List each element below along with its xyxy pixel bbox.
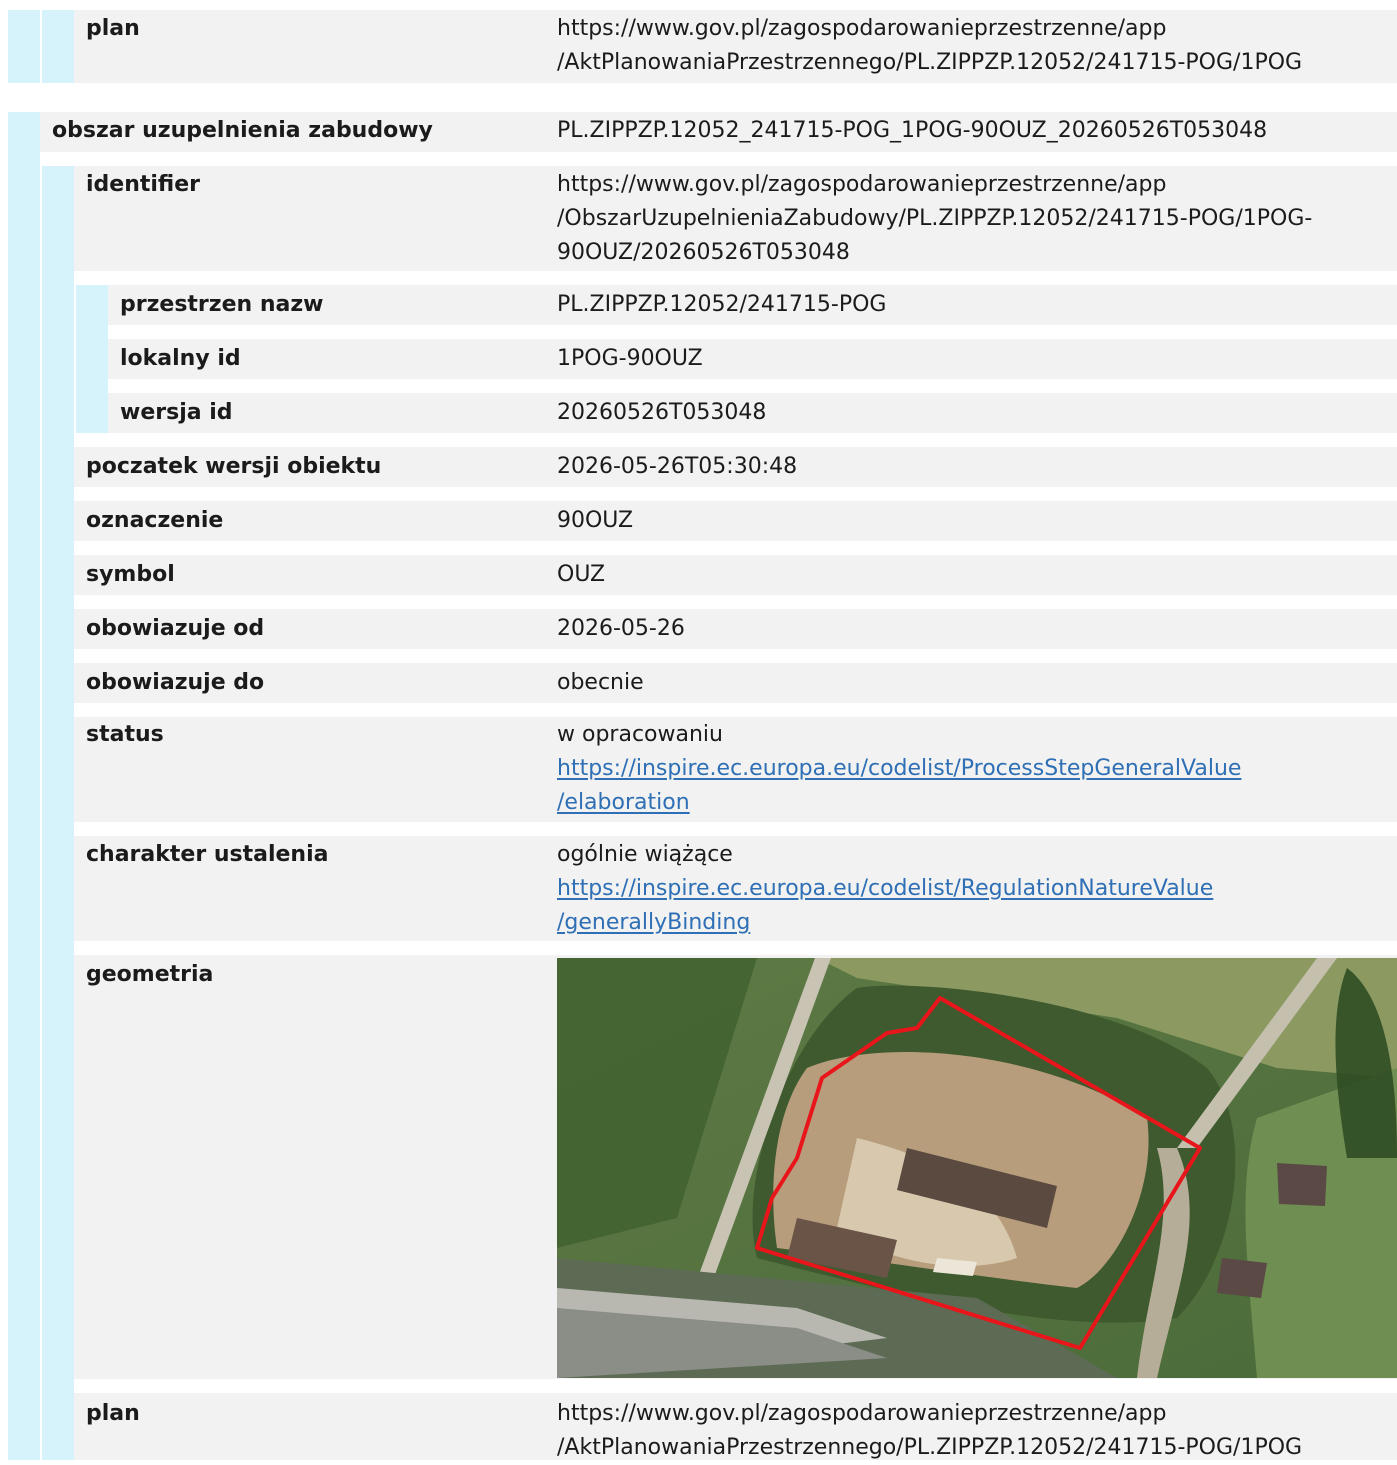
lokalny-id-row (108, 339, 1397, 379)
status-key: status (86, 722, 164, 747)
symbol-value: OUZ (557, 562, 606, 587)
obowiazuje-do-row (74, 663, 1397, 703)
oznaczenie-key: oznaczenie (86, 508, 224, 533)
geometria-key: geometria (86, 962, 214, 987)
top-plan-key: plan (86, 16, 140, 41)
plan-value: https://www.gov.pl/zagospodarowanieprzes… (557, 1401, 1303, 1460)
top-plan-value: https://www.gov.pl/zagospodarowanieprzes… (557, 16, 1303, 75)
plan-key: plan (86, 1401, 140, 1426)
status-label: w opracowaniu (557, 722, 723, 747)
obowiazuje-od-value: 2026-05-26 (557, 616, 685, 641)
obowiazuje-od-row (74, 609, 1397, 649)
poczatek-wersji-value: 2026-05-26T05:30:48 (557, 454, 798, 479)
charakter-key: charakter ustalenia (86, 842, 329, 867)
feature-title-key: obszar uzupelnienia zabudowy (52, 118, 433, 143)
indent-bar-feature (42, 166, 74, 1460)
lokalny-id-key: lokalny id (120, 346, 241, 371)
wersja-id-value: 20260526T053048 (557, 400, 767, 425)
status-codelist-link[interactable]: https://inspire.ec.europa.eu/codelist/Pr… (557, 752, 1241, 820)
oznaczenie-row (74, 501, 1397, 541)
feature-title-value: PL.ZIPPZP.12052_241715-POG_1POG-90OUZ_20… (557, 118, 1268, 143)
identifier-value: https://www.gov.pl/zagospodarowanieprzes… (557, 172, 1313, 265)
obowiazuje-do-key: obowiazuje do (86, 670, 265, 695)
indent-bar-top-inner (42, 10, 74, 83)
indent-bar-identifier (76, 285, 108, 433)
geometry-map (557, 958, 1397, 1378)
charakter-codelist-link[interactable]: https://inspire.ec.europa.eu/codelist/Re… (557, 872, 1213, 940)
obowiazuje-do-value: obecnie (557, 670, 644, 695)
indent-bar-outer (8, 112, 40, 1460)
przestrzen-nazw-key: przestrzen nazw (120, 292, 324, 317)
obowiazuje-od-key: obowiazuje od (86, 616, 265, 641)
lokalny-id-value: 1POG-90OUZ (557, 346, 703, 371)
indent-bar-top-outer (8, 10, 40, 83)
status-value: w opracowaniu https://inspire.ec.europa.… (557, 718, 1241, 820)
symbol-key: symbol (86, 562, 175, 587)
charakter-value: ogólnie wiążące https://inspire.ec.europ… (557, 838, 1213, 940)
przestrzen-nazw-value: PL.ZIPPZP.12052/241715-POG (557, 292, 887, 317)
symbol-row (74, 555, 1397, 595)
wersja-id-key: wersja id (120, 400, 233, 425)
aerial-image (557, 958, 1397, 1378)
poczatek-wersji-key: poczatek wersji obiektu (86, 454, 382, 479)
identifier-key: identifier (86, 172, 201, 197)
oznaczenie-value: 90OUZ (557, 508, 634, 533)
charakter-label: ogólnie wiążące (557, 842, 733, 867)
